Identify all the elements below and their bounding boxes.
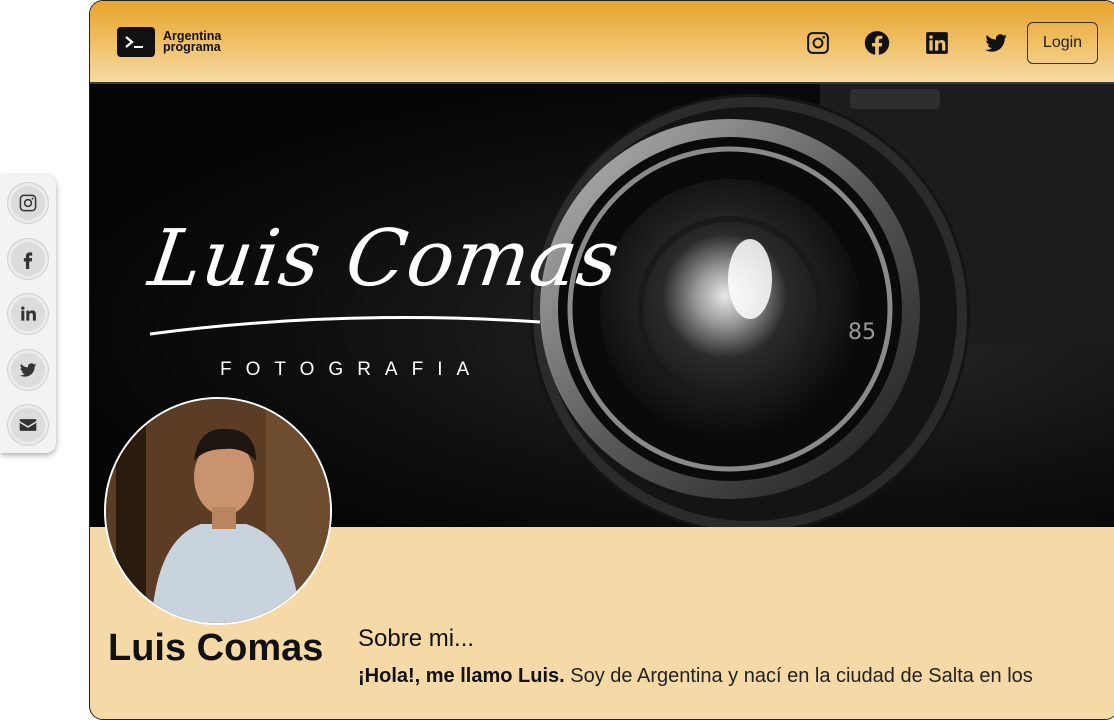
lens-marking: 85 — [848, 320, 876, 345]
sidebar-instagram-button[interactable] — [8, 183, 48, 223]
about-intro-rest: Soy de Argentina y nací en la ciudad de … — [564, 665, 1033, 687]
linkedin-icon — [21, 306, 36, 321]
twitter-icon — [19, 362, 37, 377]
nav-twitter-link[interactable] — [983, 30, 1009, 56]
brand-name: Argentina programa — [163, 29, 222, 54]
instagram-icon — [19, 194, 37, 212]
about-text: ¡Hola!, me llamo Luis. Soy de Argentina … — [358, 665, 1033, 688]
about-intro-bold: ¡Hola!, me llamo Luis. — [358, 665, 565, 687]
facebook-icon — [864, 31, 890, 55]
top-navbar: Argentina programa Login — [90, 1, 1114, 84]
sidebar-twitter-button[interactable] — [8, 349, 48, 390]
brand-logo[interactable]: Argentina programa — [117, 27, 233, 57]
portfolio-card: Argentina programa Login 85 Luis Comas F… — [89, 0, 1114, 720]
sidebar-email-button[interactable] — [8, 405, 48, 445]
social-sidebar — [0, 175, 56, 453]
linkedin-icon — [926, 32, 948, 54]
profile-name: Luis Comas — [108, 627, 324, 669]
facebook-icon — [23, 251, 33, 269]
sidebar-facebook-button[interactable] — [8, 238, 48, 279]
profile-avatar — [104, 397, 332, 625]
banner-subtitle: FOTOGRAFIA — [220, 359, 484, 380]
nav-facebook-link[interactable] — [864, 30, 890, 56]
signature-logo: Luis Comas — [143, 214, 626, 304]
terminal-icon — [117, 27, 155, 57]
instagram-icon — [807, 32, 829, 54]
login-button[interactable]: Login — [1027, 22, 1098, 64]
sidebar-linkedin-button[interactable] — [8, 294, 48, 334]
about-title: Sobre mi... — [358, 625, 475, 652]
nav-linkedin-link[interactable] — [924, 30, 950, 56]
nav-instagram-link[interactable] — [805, 30, 831, 56]
envelope-icon — [19, 419, 37, 431]
twitter-icon — [985, 34, 1007, 52]
